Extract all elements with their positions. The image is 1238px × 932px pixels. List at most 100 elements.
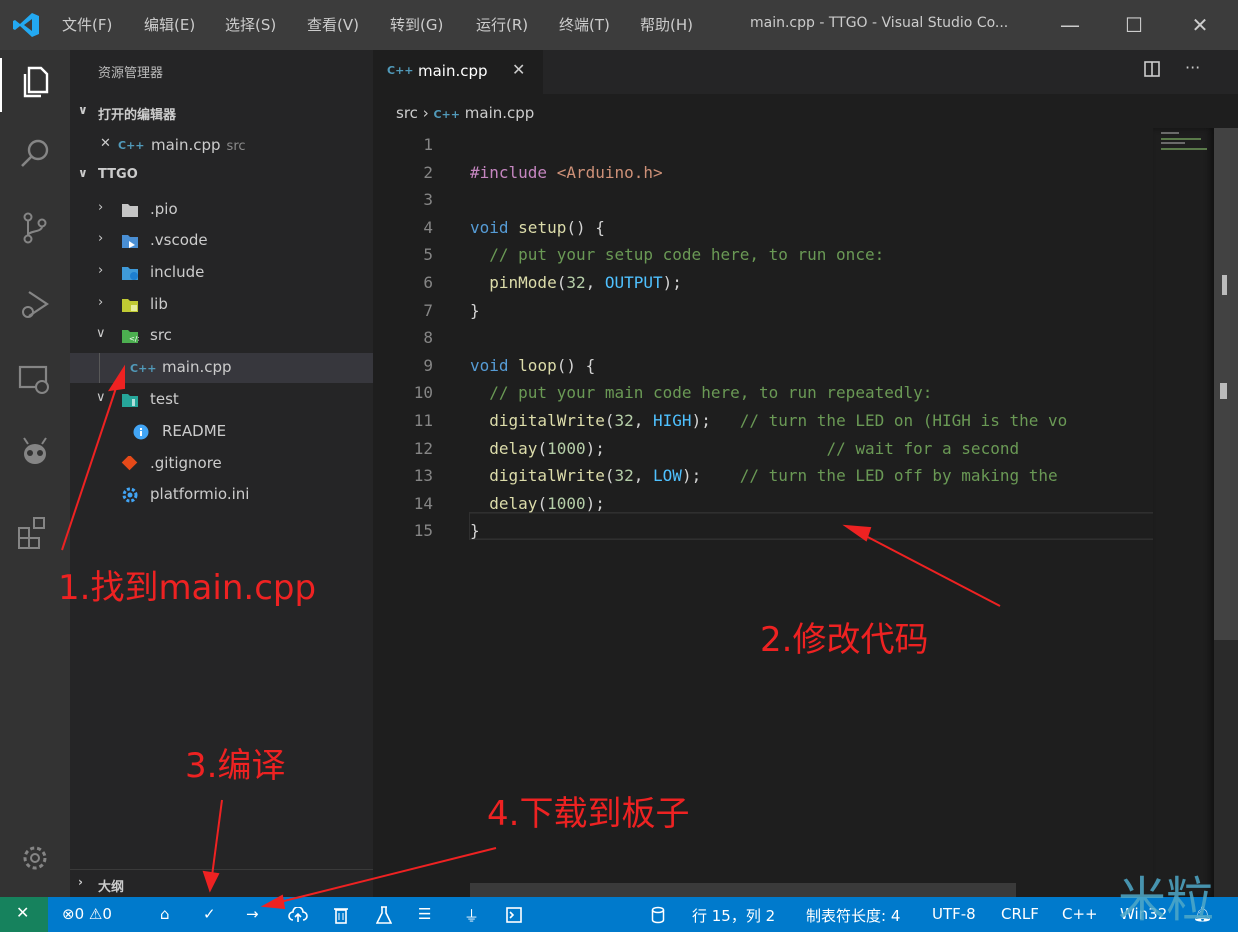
tree-item-vscode[interactable]: › .vscode <box>70 226 373 256</box>
end-of-line[interactable]: CRLF <box>1001 905 1039 923</box>
remote-button[interactable]: ✕ <box>0 897 48 932</box>
search-icon[interactable] <box>15 134 55 174</box>
code-text[interactable]: #include <Arduino.h> <box>470 163 663 182</box>
menu-file[interactable]: 文件(F) <box>62 14 112 35</box>
close-icon[interactable]: ✕ <box>100 136 111 151</box>
annotation-step1: 1.找到main.cpp <box>58 568 317 608</box>
code-line[interactable]: 5 // put your setup code here, to run on… <box>373 241 1153 269</box>
problems-indicator[interactable]: ⊗0 ⚠0 <box>62 905 112 923</box>
errors-count: ⊗0 <box>62 905 85 923</box>
pio-upload-icon[interactable]: → <box>246 905 259 923</box>
code-text[interactable]: void loop() { <box>470 356 595 375</box>
project-header[interactable]: ∨ TTGO <box>70 163 373 189</box>
tree-item-src[interactable]: ∨ </> src <box>70 321 373 351</box>
code-line[interactable]: 11 digitalWrite(32, HIGH); // turn the L… <box>373 407 1153 435</box>
code-line[interactable]: 2 #include <Arduino.h> <box>373 159 1153 187</box>
pio-home-icon[interactable]: ⌂ <box>160 905 170 923</box>
watermark: 米粒 <box>1118 872 1215 928</box>
code-text[interactable]: digitalWrite(32, LOW); // turn the LED o… <box>470 466 1057 485</box>
info-icon <box>133 424 149 440</box>
code-text[interactable]: } <box>470 301 480 320</box>
pio-test-flask-icon[interactable] <box>376 906 392 924</box>
code-line[interactable]: 10 // put your main code here, to run re… <box>373 379 1153 407</box>
code-text[interactable]: // put your main code here, to run repea… <box>470 383 932 402</box>
close-icon[interactable]: ✕ <box>512 60 525 79</box>
line-number: 8 <box>423 328 433 348</box>
menu-selection[interactable]: 选择(S) <box>225 14 276 35</box>
indent-guide <box>99 353 100 383</box>
extensions-icon[interactable] <box>15 512 55 552</box>
line-number: 12 <box>413 438 433 458</box>
code-line[interactable]: 14 delay(1000); <box>373 490 1153 518</box>
warnings-count: ⚠0 <box>88 905 112 923</box>
remote-explorer-icon[interactable] <box>15 360 55 400</box>
database-icon[interactable] <box>651 906 665 924</box>
source-control-icon[interactable] <box>15 208 55 248</box>
code-line[interactable]: 4 void setup() { <box>373 214 1153 242</box>
settings-gear-icon[interactable] <box>15 838 55 878</box>
code-line[interactable]: 13 digitalWrite(32, LOW); // turn the LE… <box>373 462 1153 490</box>
run-debug-icon[interactable] <box>15 284 55 324</box>
menu-edit[interactable]: 编辑(E) <box>144 14 195 35</box>
code-line[interactable]: 6 pinMode(32, OUTPUT); <box>373 269 1153 297</box>
minimap[interactable] <box>1153 128 1214 897</box>
more-actions-icon[interactable]: ··· <box>1185 58 1200 77</box>
outline-header[interactable]: › 大纲 <box>70 869 373 896</box>
breadcrumb-file[interactable]: main.cpp <box>465 104 535 122</box>
code-text[interactable]: delay(1000); // wait for a second <box>470 439 1019 458</box>
cpp-file-icon: C++ <box>433 108 460 121</box>
pio-terminal-icon[interactable] <box>506 907 522 923</box>
menu-run[interactable]: 运行(R) <box>476 14 528 35</box>
code-line[interactable]: 8 <box>373 324 1153 352</box>
code-text[interactable]: void setup() { <box>470 218 605 237</box>
pio-tasks-icon[interactable]: ☰ <box>418 905 431 923</box>
cursor-position[interactable]: 行 15，列 2 <box>692 905 775 926</box>
code-text[interactable]: delay(1000); <box>470 494 605 513</box>
folder-src-icon: </> <box>122 330 139 343</box>
menu-go[interactable]: 转到(G) <box>390 14 443 35</box>
tree-item-lib[interactable]: › lib <box>70 290 373 320</box>
code-text[interactable]: // put your setup code here, to run once… <box>470 245 884 264</box>
code-text[interactable]: } <box>470 521 480 540</box>
code-line[interactable]: 3 <box>373 186 1153 214</box>
language-mode[interactable]: C++ <box>1062 905 1098 923</box>
tree-item-include[interactable]: › include <box>70 258 373 288</box>
breadcrumb: src › C++ main.cpp <box>396 104 534 122</box>
tab-label[interactable]: main.cpp <box>418 62 488 80</box>
code-line[interactable]: 1 <box>373 131 1153 159</box>
code-line[interactable]: 7} <box>373 297 1153 325</box>
code-text[interactable]: digitalWrite(32, HIGH); // turn the LED … <box>470 411 1067 430</box>
menu-help[interactable]: 帮助(H) <box>640 14 693 35</box>
pio-serial-monitor-icon[interactable]: ⏚ <box>464 905 479 926</box>
platformio-icon[interactable] <box>15 432 55 472</box>
split-editor-icon[interactable] <box>1143 60 1161 78</box>
code-line[interactable]: 12 delay(1000); // wait for a second <box>373 435 1153 463</box>
menu-terminal[interactable]: 终端(T) <box>559 14 610 35</box>
pio-build-icon[interactable]: ✓ <box>203 905 216 923</box>
tree-item-platformio-ini[interactable]: platformio.ini <box>70 480 373 510</box>
code-line[interactable]: 15} <box>373 517 1153 545</box>
breadcrumb-folder[interactable]: src <box>396 104 418 122</box>
open-editors-header[interactable]: ∨ 打开的编辑器 <box>70 100 373 126</box>
pio-upload-cloud-icon[interactable] <box>288 907 308 923</box>
close-window-button[interactable]: ✕ <box>1180 8 1220 42</box>
code-line[interactable]: 9 void loop() { <box>373 352 1153 380</box>
breadcrumb-separator-icon: › <box>422 104 434 122</box>
tree-item-main-cpp[interactable]: C++ main.cpp <box>70 353 373 383</box>
tree-item-readme[interactable]: README <box>70 417 373 447</box>
pio-clean-trash-icon[interactable] <box>333 906 349 924</box>
tree-item-pio[interactable]: › .pio <box>70 195 373 225</box>
tree-item-test[interactable]: ∨ test <box>70 385 373 415</box>
minimize-button[interactable]: — <box>1050 8 1090 42</box>
tab-size[interactable]: 制表符长度: 4 <box>806 905 900 926</box>
maximize-button[interactable]: ☐ <box>1114 8 1154 42</box>
menu-view[interactable]: 查看(V) <box>307 14 359 35</box>
horizontal-scrollbar-thumb[interactable] <box>470 883 1016 897</box>
activity-bar <box>0 50 70 897</box>
explorer-icon[interactable] <box>15 62 55 102</box>
cpp-file-icon: C++ <box>130 362 157 375</box>
code-text[interactable]: pinMode(32, OUTPUT); <box>470 273 682 292</box>
encoding[interactable]: UTF-8 <box>932 905 976 923</box>
open-editor-item[interactable]: ✕ C++ main.cpp src <box>70 131 373 161</box>
tree-item-gitignore[interactable]: .gitignore <box>70 449 373 479</box>
